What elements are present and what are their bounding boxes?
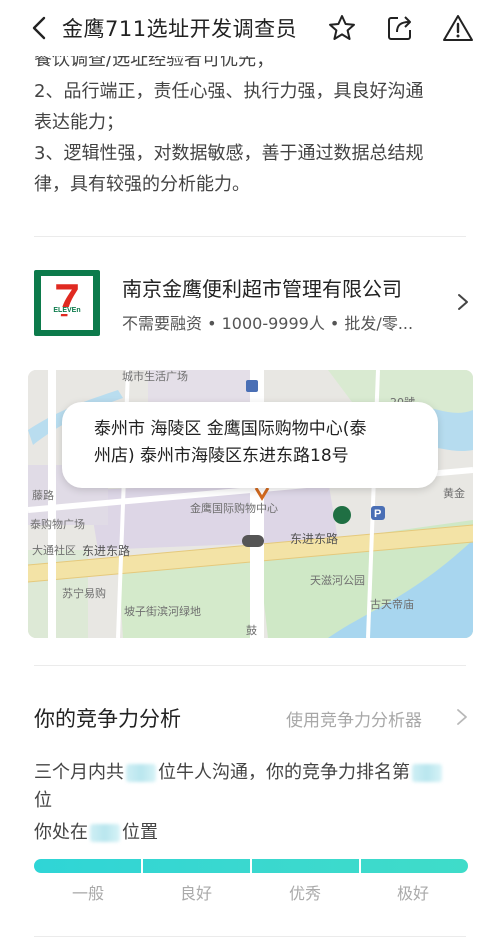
divider <box>34 936 466 937</box>
company-logo: 7 ELEVEn <box>34 270 100 336</box>
back-arrow-icon[interactable] <box>26 14 52 42</box>
map-label: 金鹰国际购物中心 <box>190 502 278 515</box>
svg-text:P: P <box>374 508 381 520</box>
map-label: 藤路 <box>32 489 54 502</box>
company-meta: 不需要融资 • 1000-9999人 • 批发/零... <box>122 314 414 333</box>
requirement-line: 3、逻辑性强，对数据敏感，善于通过数据总结规 <box>34 143 424 164</box>
pos-text: 你处在 <box>34 822 88 843</box>
address-bubble[interactable]: 泰州市 海陵区 金鹰国际购物中心(泰 州店) 泰州市海陵区东进东路18号 <box>62 402 438 488</box>
star-icon[interactable] <box>324 10 360 46</box>
blurred-value <box>90 824 120 842</box>
job-requirements: 餐饮调查/选址经验者可优先； 2、品行端正，责任心强、执行力强，具良好沟通 表达… <box>34 52 474 200</box>
level-label: 良好 <box>179 884 212 903</box>
desc-text: 位 <box>34 790 52 811</box>
map-label: 古天帝庙 <box>370 598 414 611</box>
map-label: 鼓 <box>246 624 257 637</box>
requirement-line: 2、品行端正，责任心强、执行力强，具良好沟通 <box>34 81 424 102</box>
company-card[interactable]: 7 ELEVEn 南京金鹰便利超市管理有限公司 不需要融资 • 1000-999… <box>34 268 474 340</box>
map-label: 城市生活广场 <box>122 370 188 383</box>
competitiveness-analyzer-link[interactable]: 使用竞争力分析器 <box>286 706 422 731</box>
road-label: 东进东路 <box>82 544 131 558</box>
level-label: 极好 <box>396 884 429 903</box>
divider <box>34 236 466 237</box>
blurred-value <box>412 764 442 782</box>
pos-text: 位置 <box>122 822 158 843</box>
level-label: 优秀 <box>288 884 321 903</box>
page-title: 金鹰711选址开发调查员 <box>62 17 298 41</box>
map-label: 黄金 <box>443 487 465 500</box>
address-line: 州店) 泰州市海陵区东进东路18号 <box>94 446 349 466</box>
share-icon[interactable] <box>382 10 418 46</box>
logo-text: ELEVEn <box>43 307 91 314</box>
company-name: 南京金鹰便利超市管理有限公司 <box>122 277 402 301</box>
map-label: 天滋河公园 <box>310 574 365 587</box>
road-label: 东进东路 <box>290 532 339 546</box>
map-label: 苏宁易购 <box>62 587 106 600</box>
map-label: 泰购物广场 <box>30 518 85 531</box>
level-label: 一般 <box>71 884 104 903</box>
competitiveness-position: 你处在 位置 <box>34 818 158 844</box>
bar-separator <box>359 859 361 873</box>
desc-text: 位牛人沟通，你的竞争力排名第 <box>158 762 410 783</box>
chevron-right-icon <box>456 292 472 312</box>
address-line: 泰州市 海陵区 金鹰国际购物中心(泰 <box>94 419 367 439</box>
top-nav-bar: 金鹰711选址开发调查员 <box>0 0 500 56</box>
competitiveness-description: 三个月内共 位牛人沟通，你的竞争力排名第 位 <box>34 759 464 815</box>
bar-separator <box>250 859 252 873</box>
bar-separator <box>141 859 143 873</box>
map-label: 坡子街滨河绿地 <box>124 605 201 618</box>
competitiveness-title: 你的竞争力分析 <box>34 707 181 731</box>
map-label: 大通社区 <box>32 544 76 557</box>
competitiveness-bar <box>34 859 468 873</box>
divider <box>34 665 466 666</box>
logo-digit: 7 <box>54 274 80 326</box>
requirement-line: 表达能力； <box>34 112 124 133</box>
warning-icon[interactable] <box>440 10 476 46</box>
blurred-value <box>126 764 156 782</box>
desc-text: 三个月内共 <box>34 762 124 783</box>
requirement-line: 律，具有较强的分析能力。 <box>34 174 250 195</box>
chevron-right-icon[interactable] <box>456 708 468 726</box>
